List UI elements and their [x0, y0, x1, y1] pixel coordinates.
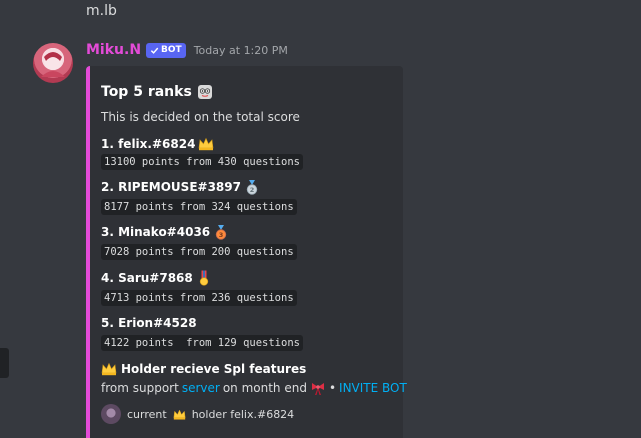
rank-stats-1: 13100 points from 430 questions: [101, 154, 303, 170]
rank-label: 5. Erion#4528: [101, 316, 197, 330]
rank-name-2: 2. RIPEMOUSE#3897 2: [101, 179, 260, 195]
bot-tag: BOT: [146, 42, 186, 58]
footer-current: current: [127, 407, 167, 421]
embed-card: Top 5 ranks This is decided on the total…: [86, 66, 407, 438]
face-emoji-icon: [197, 85, 212, 99]
footer-avatar: [101, 404, 121, 424]
crown-icon: [101, 362, 117, 376]
previous-message-text: m.lb: [86, 3, 117, 19]
invite-bot-link[interactable]: INVITE BOT: [339, 381, 407, 395]
message-header: Miku.N BOT Today at 1:20 PM: [86, 42, 288, 58]
rank-label: 4. Saru#7868: [101, 271, 193, 285]
support-prefix: from support: [101, 381, 179, 395]
author-name[interactable]: Miku.N: [86, 42, 141, 58]
silver-medal-icon: 2: [246, 180, 258, 195]
rank-stats-3: 7028 points from 200 questions: [101, 244, 297, 260]
avatar[interactable]: [33, 43, 73, 83]
holder-title: Holder recieve Spl features: [101, 361, 306, 377]
server-link[interactable]: server: [182, 381, 220, 395]
embed-description: This is decided on the total score: [101, 110, 300, 124]
checkmark-icon: [150, 47, 159, 54]
svg-text:3: 3: [219, 231, 224, 239]
embed-title: Top 5 ranks: [101, 84, 213, 100]
rank-stats-2: 8177 points from 324 questions: [101, 199, 297, 215]
rank-name-1: 1. felix.#6824: [101, 136, 214, 152]
support-suffix: on month end: [222, 381, 307, 395]
rank-name-4: 4. Saru#7868: [101, 270, 212, 286]
separator: •: [328, 381, 337, 395]
crown-icon: [173, 408, 186, 420]
embed-title-text: Top 5 ranks: [101, 84, 192, 100]
ribbon-icon: [311, 383, 324, 395]
footer-holder: holder felix.#6824: [191, 407, 295, 421]
military-medal-icon: [199, 270, 208, 286]
support-line: from support server on month end • INVIT…: [101, 380, 407, 396]
avatar-art-icon: [41, 52, 65, 77]
chat-view: m.lb Miku.N BOT Today at 1:20 PM Top 5 r…: [0, 0, 641, 438]
rank-label: 2. RIPEMOUSE#3897: [101, 180, 241, 194]
rank-stats-5: 4122 points from 129 questions: [101, 335, 303, 351]
rank-name-5: 5. Erion#4528: [101, 316, 197, 330]
svg-text:2: 2: [250, 186, 255, 194]
rank-stats-4: 4713 points from 236 questions: [101, 290, 297, 306]
crown-icon: [199, 137, 214, 151]
embed-footer: current holder felix.#6824: [101, 404, 294, 424]
rank-name-3: 3. Minako#4036 3: [101, 224, 229, 240]
timestamp[interactable]: Today at 1:20 PM: [194, 44, 288, 57]
rank-label: 1. felix.#6824: [101, 137, 196, 151]
scrollbar[interactable]: [0, 348, 9, 378]
holder-title-text: Holder recieve Spl features: [121, 362, 307, 376]
rank-label: 3. Minako#4036: [101, 225, 211, 239]
bot-tag-label: BOT: [161, 44, 182, 55]
bronze-medal-icon: 3: [215, 225, 227, 240]
